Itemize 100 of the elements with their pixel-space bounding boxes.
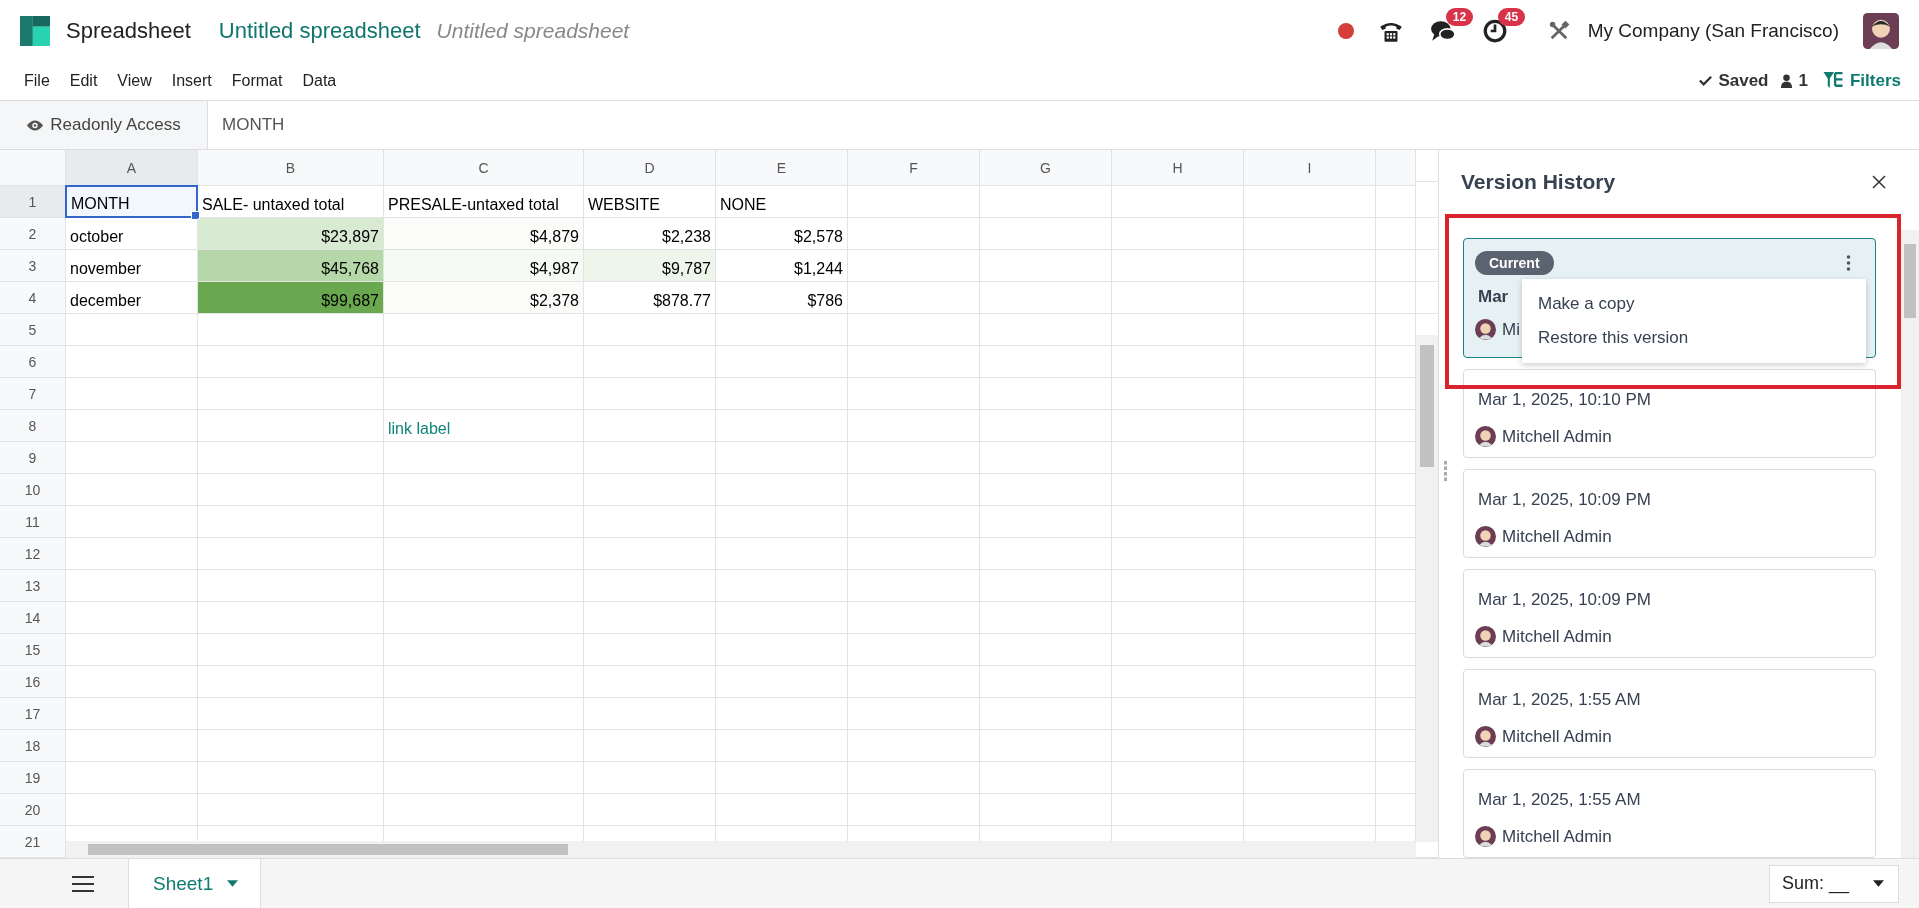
save-status: Saved <box>1718 70 1769 91</box>
version-date: Mar <box>1478 287 1509 307</box>
column-header[interactable]: B <box>198 150 384 186</box>
panel-title: Version History <box>1461 170 1617 194</box>
table-cell-text: december <box>69 291 143 311</box>
row-header[interactable]: 6 <box>0 346 66 378</box>
version-date: Mar 1, 2025, 10:09 PM <box>1478 490 1651 510</box>
dropdown-item[interactable]: Restore this version <box>1522 321 1866 355</box>
table-cell: $4,879 <box>384 218 583 249</box>
table-cell-text: november <box>69 259 143 279</box>
menu-item[interactable]: Insert <box>161 67 222 94</box>
app-logo-icon[interactable] <box>20 15 50 46</box>
table-cell-text: $786 <box>806 291 844 311</box>
user-avatar-icon <box>1475 526 1496 547</box>
notification-badge: 12 <box>1445 7 1474 26</box>
version-date: Mar 1, 2025, 1:55 AM <box>1478 690 1641 710</box>
row-header[interactable]: 17 <box>0 698 66 730</box>
filter-icon <box>1821 71 1844 90</box>
user-avatar-icon[interactable] <box>1863 12 1899 49</box>
table-cell-text: $1,244 <box>793 259 844 279</box>
menu-icon[interactable] <box>72 875 94 892</box>
menu-item[interactable]: View <box>107 67 162 94</box>
fill-handle[interactable] <box>191 211 200 220</box>
table-cell: $9,787 <box>584 250 715 281</box>
version-date: Mar 1, 2025, 10:10 PM <box>1478 390 1651 410</box>
resize-handle-icon[interactable] <box>1443 460 1448 482</box>
row-header[interactable]: 14 <box>0 602 66 634</box>
table-cell: $2,378 <box>384 282 583 313</box>
row-header[interactable]: 15 <box>0 634 66 666</box>
aggregate-dropdown[interactable]: Sum: __ <box>1768 864 1899 903</box>
row-header[interactable]: 21 <box>0 826 66 858</box>
user-count: 1 <box>1798 70 1808 91</box>
row-header[interactable]: 18 <box>0 730 66 762</box>
dropdown-item[interactable]: Make a copy <box>1522 287 1866 321</box>
row-header[interactable]: 5 <box>0 314 66 346</box>
recording-dot-icon[interactable] <box>1337 22 1354 39</box>
table-cell-text: october <box>69 227 125 247</box>
row-header[interactable]: 12 <box>0 538 66 570</box>
tools-icon[interactable] <box>1547 19 1570 42</box>
column-header[interactable]: H <box>1112 150 1244 186</box>
column-header[interactable]: C <box>384 150 584 186</box>
column-header[interactable]: E <box>716 150 848 186</box>
column-header[interactable]: D <box>584 150 716 186</box>
version-card[interactable]: Mar 1, 2025, 1:55 AM Mitchell Admin <box>1463 769 1876 858</box>
row-header[interactable]: 1 <box>0 186 66 218</box>
close-icon[interactable] <box>1871 174 1887 190</box>
version-card[interactable]: Mar 1, 2025, 10:09 PM Mitchell Admin <box>1463 569 1876 658</box>
formula-value[interactable]: MONTH <box>208 115 285 135</box>
column-header[interactable]: G <box>980 150 1112 186</box>
version-date: Mar 1, 2025, 1:55 AM <box>1478 790 1641 810</box>
row-header[interactable]: 11 <box>0 506 66 538</box>
version-card[interactable]: Mar 1, 2025, 10:10 PM Mitchell Admin <box>1463 369 1876 458</box>
version-card[interactable]: Mar 1, 2025, 10:09 PM Mitchell Admin <box>1463 469 1876 558</box>
row-header[interactable]: 19 <box>0 762 66 794</box>
vertical-scrollbar[interactable] <box>1901 230 1919 858</box>
kebab-menu-icon[interactable] <box>1846 255 1851 271</box>
user-name: Mitchell Admin <box>1502 826 1612 847</box>
table-cell: $23,897 <box>198 218 383 249</box>
row-header[interactable]: 7 <box>0 378 66 410</box>
user-avatar-icon <box>1475 826 1496 847</box>
filters-button[interactable]: Filters <box>1817 70 1905 91</box>
row-header[interactable]: 3 <box>0 250 66 282</box>
cell-link[interactable]: link label <box>384 410 583 441</box>
table-cell: $45,768 <box>198 250 383 281</box>
table-cell: $4,987 <box>384 250 583 281</box>
row-header[interactable]: 4 <box>0 282 66 314</box>
menu-item[interactable]: Data <box>292 67 347 94</box>
version-card[interactable]: Mar 1, 2025, 1:55 AM Mitchell Admin <box>1463 669 1876 758</box>
row-header[interactable]: 9 <box>0 442 66 474</box>
user-avatar-icon <box>1475 426 1496 447</box>
user-name: Mi <box>1502 319 1520 340</box>
breadcrumb-link[interactable]: Untitled spreadsheet <box>218 17 421 44</box>
table-cell: $99,687 <box>198 282 383 313</box>
menu-item[interactable]: File <box>14 67 60 94</box>
company-switcher[interactable]: My Company (San Francisco) <box>1587 19 1839 42</box>
table-cell-text: PRESALE-untaxed total <box>387 195 560 215</box>
app-name[interactable]: Spreadsheet <box>66 17 191 44</box>
user-name: Mitchell Admin <box>1502 726 1612 747</box>
table-cell-text: $878.77 <box>652 291 712 311</box>
row-header[interactable]: 13 <box>0 570 66 602</box>
user-name: Mitchell Admin <box>1502 626 1612 647</box>
notification-badge: 45 <box>1497 7 1526 26</box>
readonly-access-label: Readonly Access <box>0 101 208 149</box>
row-header[interactable]: 16 <box>0 666 66 698</box>
row-header[interactable]: 8 <box>0 410 66 442</box>
title-field[interactable]: Untitled spreadsheet <box>436 18 657 43</box>
sheet-tab[interactable]: Sheet1 <box>128 859 262 908</box>
horizontal-scrollbar[interactable] <box>66 841 1416 858</box>
column-header[interactable]: I <box>1244 150 1376 186</box>
menu-item[interactable]: Format <box>221 67 293 94</box>
row-header[interactable]: 10 <box>0 474 66 506</box>
user-name: Mitchell Admin <box>1502 426 1612 447</box>
vertical-scrollbar[interactable] <box>1416 335 1438 842</box>
row-header[interactable]: 2 <box>0 218 66 250</box>
column-header[interactable]: A <box>66 150 198 186</box>
check-icon <box>1698 73 1714 88</box>
column-header[interactable]: F <box>848 150 980 186</box>
user-name: Mitchell Admin <box>1502 526 1612 547</box>
menu-item[interactable]: Edit <box>59 67 108 94</box>
row-header[interactable]: 20 <box>0 794 66 826</box>
